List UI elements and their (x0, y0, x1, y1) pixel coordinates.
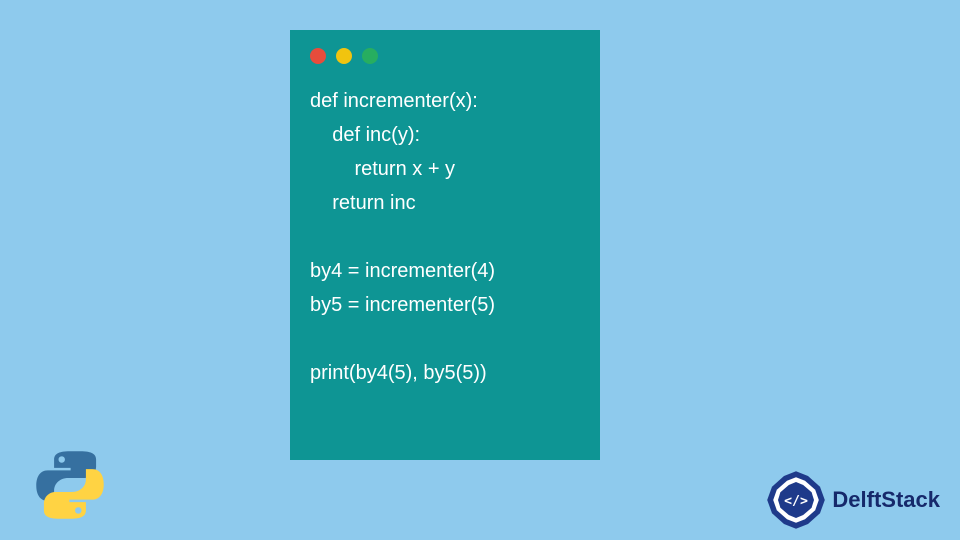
code-line-2: def inc(y): (310, 124, 420, 146)
code-window: def incrementer(x): def inc(y): return x… (290, 30, 600, 460)
delftstack-brand-text: DelftStack (832, 487, 940, 513)
delftstack-logo: </> DelftStack (766, 470, 940, 530)
window-controls (310, 48, 580, 64)
code-line-6: by4 = incrementer(4) (310, 260, 495, 282)
code-content: def incrementer(x): def inc(y): return x… (310, 84, 580, 390)
code-line-4: return inc (310, 192, 416, 214)
delftstack-badge-icon: </> (766, 470, 826, 530)
code-line-7: by5 = incrementer(5) (310, 294, 495, 316)
window-dot-minimize (336, 48, 352, 64)
window-dot-maximize (362, 48, 378, 64)
code-line-3: return x + y (310, 158, 455, 180)
code-line-9: print(by4(5), by5(5)) (310, 362, 487, 384)
window-dot-close (310, 48, 326, 64)
code-line-1: def incrementer(x): (310, 90, 478, 112)
python-logo-icon (35, 450, 105, 520)
svg-text:</>: </> (784, 494, 808, 509)
